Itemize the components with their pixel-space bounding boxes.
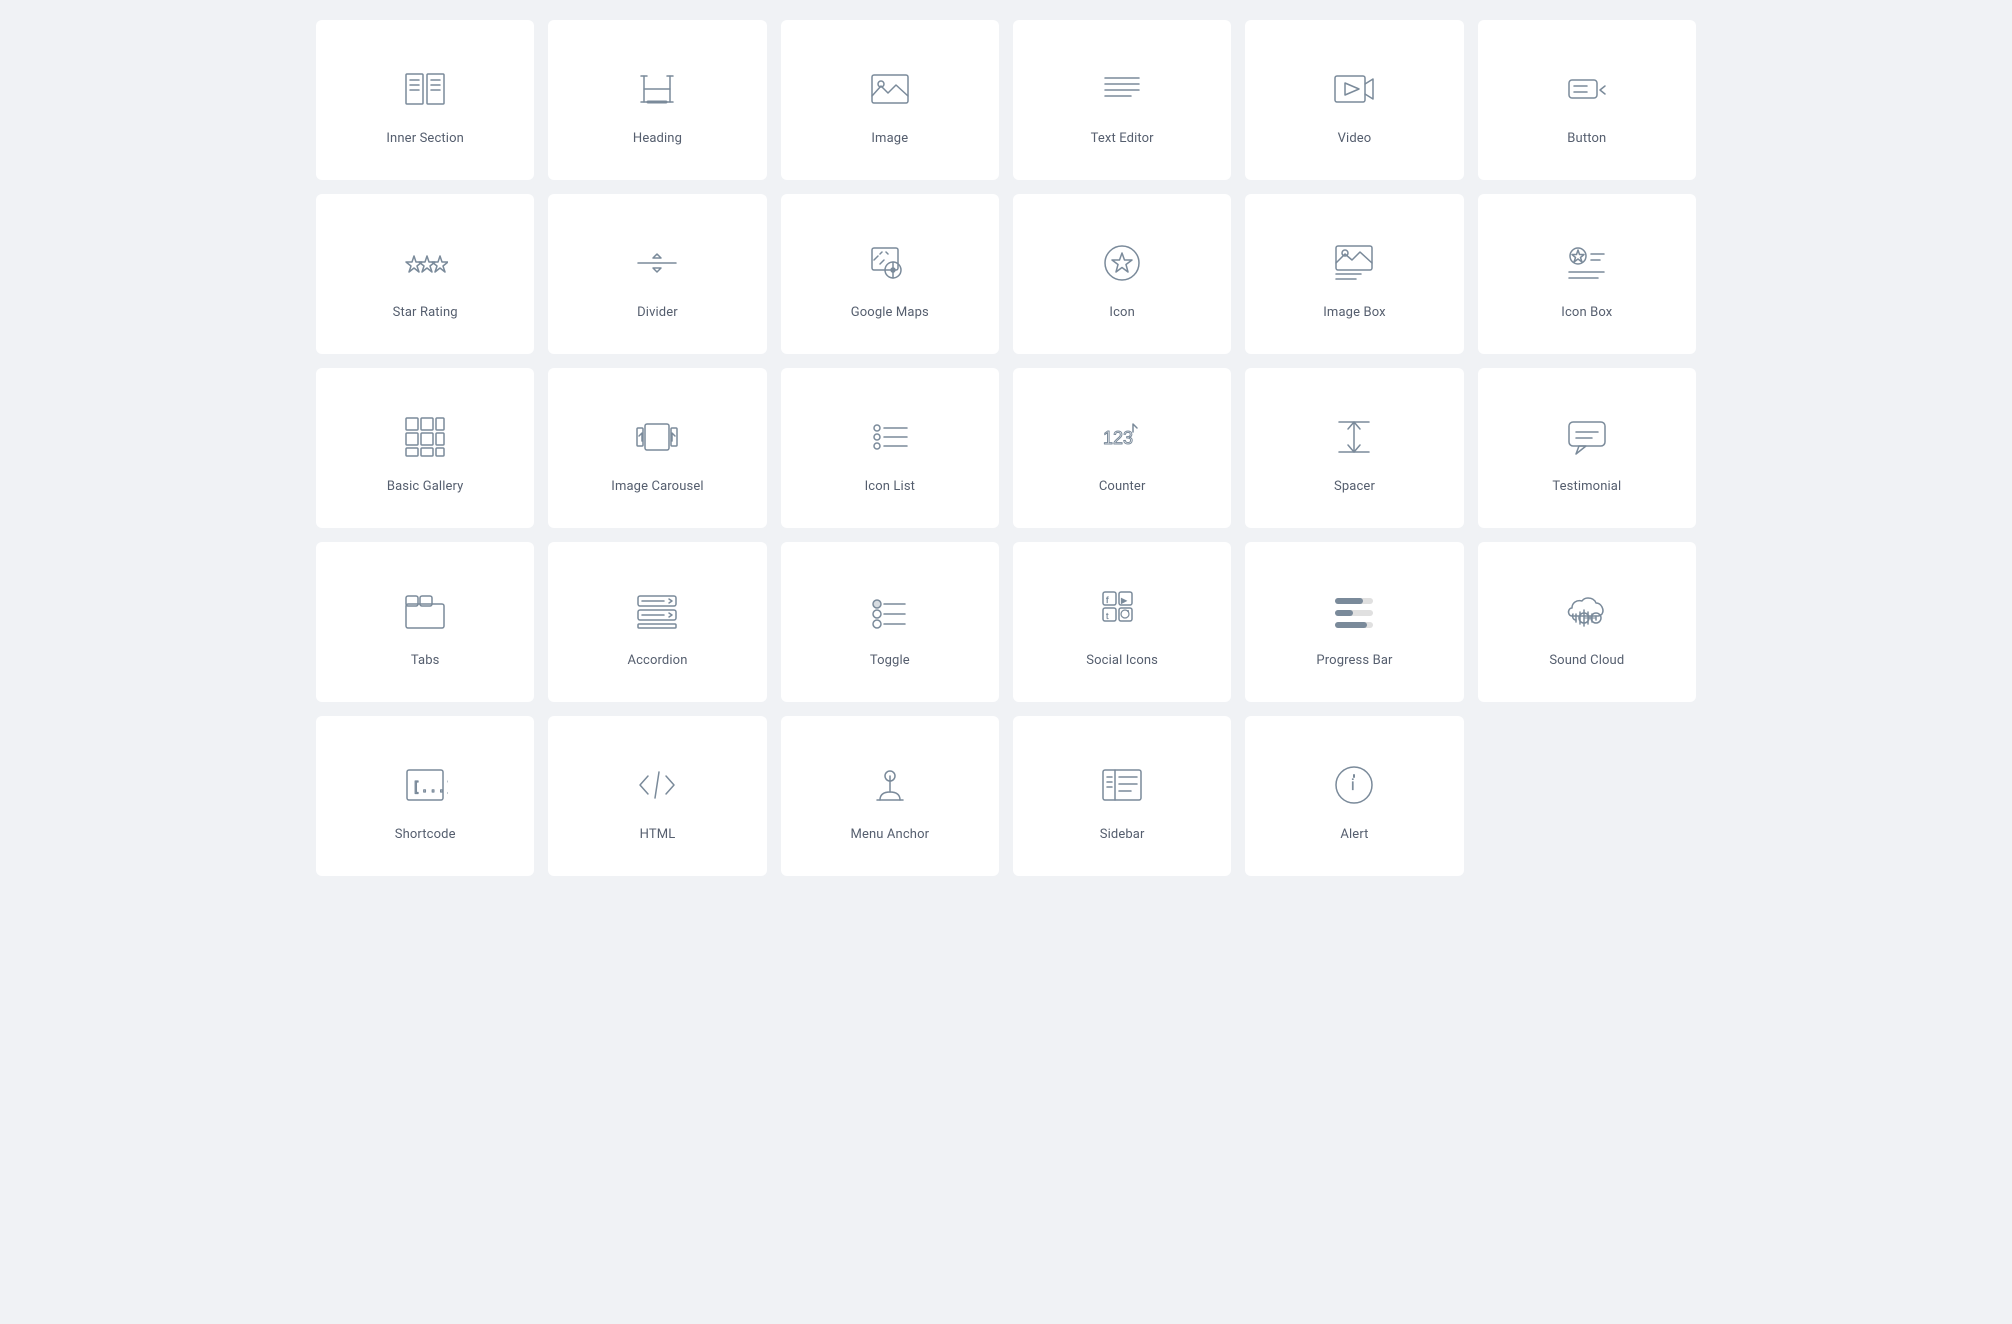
progress-bar-icon (1326, 583, 1382, 639)
accordion-label: Accordion (627, 653, 687, 668)
widget-card-progress-bar[interactable]: Progress Bar (1245, 542, 1463, 702)
widget-card-icon[interactable]: Icon (1013, 194, 1231, 354)
alert-icon: i (1326, 757, 1382, 813)
icon-box-icon (1559, 235, 1615, 291)
widget-card-accordion[interactable]: Accordion (548, 542, 766, 702)
menu-anchor-label: Menu Anchor (850, 827, 929, 842)
svg-text:123: 123 (1103, 428, 1133, 448)
html-icon (629, 757, 685, 813)
tabs-label: Tabs (411, 653, 440, 668)
widget-card-sound-cloud[interactable]: Sound Cloud (1478, 542, 1696, 702)
image-icon (862, 61, 918, 117)
google-maps-icon (862, 235, 918, 291)
text-editor-icon (1094, 61, 1150, 117)
sidebar-icon (1094, 757, 1150, 813)
testimonial-icon (1559, 409, 1615, 465)
toggle-label: Toggle (870, 653, 910, 668)
image-box-icon (1326, 235, 1382, 291)
button-icon (1559, 61, 1615, 117)
counter-label: Counter (1099, 479, 1146, 494)
widget-card-counter[interactable]: 123 Counter (1013, 368, 1231, 528)
icon-list-label: Icon List (865, 479, 915, 494)
widget-card-tabs[interactable]: Tabs (316, 542, 534, 702)
widget-card-icon-list[interactable]: Icon List (781, 368, 999, 528)
widget-grid: Inner Section Heading Image Text Editor … (316, 20, 1696, 876)
sound-cloud-label: Sound Cloud (1549, 653, 1624, 668)
shortcode-label: Shortcode (395, 827, 456, 842)
inner-section-icon (397, 61, 453, 117)
image-carousel-icon (629, 409, 685, 465)
widget-card-button[interactable]: Button (1478, 20, 1696, 180)
widget-card-divider[interactable]: Divider (548, 194, 766, 354)
menu-anchor-icon (862, 757, 918, 813)
accordion-icon (629, 583, 685, 639)
divider-label: Divider (637, 305, 678, 320)
widget-card-inner-section[interactable]: Inner Section (316, 20, 534, 180)
star-rating-label: Star Rating (393, 305, 458, 320)
widget-card-google-maps[interactable]: Google Maps (781, 194, 999, 354)
svg-text:▶: ▶ (1121, 596, 1128, 605)
widget-card-icon-box[interactable]: Icon Box (1478, 194, 1696, 354)
svg-text:i: i (1351, 777, 1355, 794)
heading-icon (629, 61, 685, 117)
social-icons-icon: f ▶ t (1094, 583, 1150, 639)
widget-card-spacer[interactable]: Spacer (1245, 368, 1463, 528)
widget-card-text-editor[interactable]: Text Editor (1013, 20, 1231, 180)
widget-card-star-rating[interactable]: Star Rating (316, 194, 534, 354)
sidebar-label: Sidebar (1100, 827, 1145, 842)
basic-gallery-icon (397, 409, 453, 465)
widget-card-html[interactable]: HTML (548, 716, 766, 876)
shortcode-icon: [...] (397, 757, 453, 813)
widget-card-sidebar[interactable]: Sidebar (1013, 716, 1231, 876)
star-rating-icon (397, 235, 453, 291)
social-icons-label: Social Icons (1086, 653, 1158, 668)
widget-card-video[interactable]: Video (1245, 20, 1463, 180)
sound-cloud-icon (1559, 583, 1615, 639)
toggle-icon (862, 583, 918, 639)
image-carousel-label: Image Carousel (611, 479, 703, 494)
spacer-icon (1326, 409, 1382, 465)
widget-card-heading[interactable]: Heading (548, 20, 766, 180)
svg-text:f: f (1106, 595, 1109, 605)
html-label: HTML (640, 827, 676, 842)
spacer-label: Spacer (1334, 479, 1375, 494)
basic-gallery-label: Basic Gallery (387, 479, 464, 494)
divider-icon (629, 235, 685, 291)
alert-label: Alert (1340, 827, 1368, 842)
icon-icon (1094, 235, 1150, 291)
widget-card-menu-anchor[interactable]: Menu Anchor (781, 716, 999, 876)
inner-section-label: Inner Section (386, 131, 464, 146)
video-label: Video (1338, 131, 1372, 146)
image-box-label: Image Box (1323, 305, 1385, 320)
heading-label: Heading (633, 131, 682, 146)
tabs-icon (397, 583, 453, 639)
icon-box-label: Icon Box (1561, 305, 1612, 320)
widget-card-testimonial[interactable]: Testimonial (1478, 368, 1696, 528)
widget-card-image-box[interactable]: Image Box (1245, 194, 1463, 354)
svg-text:t: t (1106, 611, 1109, 621)
image-label: Image (871, 131, 908, 146)
button-label: Button (1567, 131, 1606, 146)
widget-card-alert[interactable]: i Alert (1245, 716, 1463, 876)
widget-card-toggle[interactable]: Toggle (781, 542, 999, 702)
video-icon (1326, 61, 1382, 117)
widget-card-shortcode[interactable]: [...] Shortcode (316, 716, 534, 876)
google-maps-label: Google Maps (851, 305, 929, 320)
counter-icon: 123 (1094, 409, 1150, 465)
text-editor-label: Text Editor (1091, 131, 1154, 146)
svg-text:[...]: [...] (412, 780, 448, 796)
testimonial-label: Testimonial (1552, 479, 1621, 494)
progress-bar-label: Progress Bar (1316, 653, 1392, 668)
widget-card-image[interactable]: Image (781, 20, 999, 180)
widget-card-image-carousel[interactable]: Image Carousel (548, 368, 766, 528)
icon-list-icon (862, 409, 918, 465)
icon-label: Icon (1109, 305, 1134, 320)
widget-card-social-icons[interactable]: f ▶ t Social Icons (1013, 542, 1231, 702)
widget-card-basic-gallery[interactable]: Basic Gallery (316, 368, 534, 528)
